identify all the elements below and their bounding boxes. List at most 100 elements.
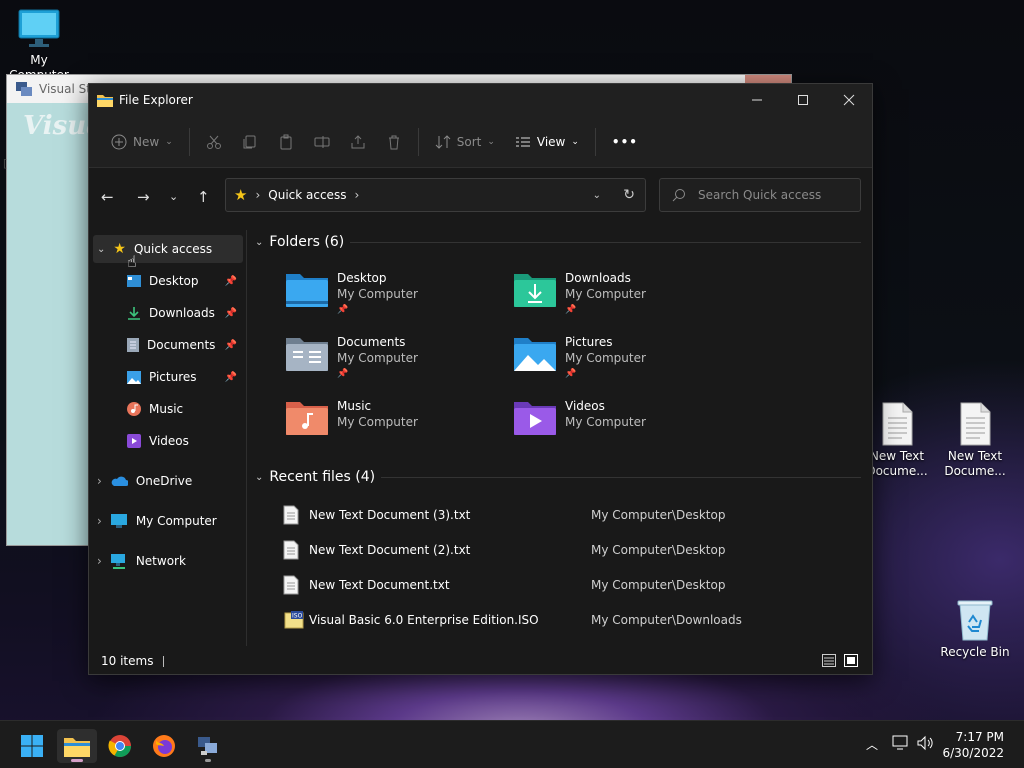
details-view-button[interactable] [822,654,836,670]
taskbar-chrome[interactable] [100,729,140,763]
content-pane: ⌄ Folders (6) Desktop My Computer 📌 Downlo… [249,230,872,646]
recent-file-row[interactable]: New Text Document (3).txt My Computer\De… [283,500,803,530]
navigation-pane: ⌄ ★ Quick access ☝ Desktop 📌 Downloads 📌… [89,230,247,646]
more-icon: ••• [611,134,638,149]
sidebar-item-my-computer[interactable]: › My Computer [97,507,243,535]
folder-tile-downloads[interactable]: Downloads My Computer 📌 [513,270,646,318]
recent-file-row[interactable]: New Text Document (2).txt My Computer\De… [283,535,803,565]
refresh-icon[interactable]: ↻ [623,187,635,203]
up-button[interactable]: ↑ [197,188,210,206]
sidebar-item-onedrive[interactable]: › OneDrive [97,467,243,495]
taskbar-file-explorer[interactable] [57,729,97,763]
address-dropdown-icon[interactable]: ⌄ [593,190,601,201]
folders-section-header[interactable]: ⌄ Folders (6) [255,234,861,250]
new-button[interactable]: New ⌄ [101,126,183,158]
folder-tile-documents[interactable]: Documents My Computer 📌 [285,334,418,382]
vb-app-icon [16,82,32,96]
view-button[interactable]: View ⌄ [505,126,589,158]
sidebar-item-videos[interactable]: Videos [127,427,243,455]
breadcrumb-quick-access[interactable]: Quick access [268,188,346,202]
explorer-titlebar[interactable]: File Explorer [89,84,872,116]
sidebar-item-desktop[interactable]: Desktop 📌 [127,267,243,295]
cut-button[interactable] [196,126,232,158]
paste-button[interactable] [268,126,304,158]
sidebar-item-pictures[interactable]: Pictures 📌 [127,363,243,391]
forward-button[interactable]: → [137,188,150,206]
folder-tile-pictures[interactable]: Pictures My Computer 📌 [513,334,646,382]
chrome-icon [108,735,131,757]
close-button[interactable] [826,84,872,116]
text-file-icon [283,505,299,525]
sidebar-item-quick-access[interactable]: ⌄ ★ Quick access [93,235,243,263]
recent-file-row[interactable]: ISO Visual Basic 6.0 Enterprise Edition.… [283,605,803,635]
sidebar-item-music[interactable]: Music [127,395,243,423]
pictures-icon [127,370,141,384]
section-title: Folders (6) [269,234,345,250]
volume-button[interactable] [917,735,935,754]
search-box[interactable]: Search Quick access [659,178,861,212]
start-button[interactable] [12,729,52,763]
chevron-right-icon: › [97,514,102,528]
folder-tile-desktop[interactable]: Desktop My Computer 📌 [285,270,418,318]
rename-button[interactable] [304,126,340,158]
recent-locations-button[interactable]: ⌄ [169,190,178,203]
sidebar-item-downloads[interactable]: Downloads 📌 [127,299,243,327]
visual-studio-edge-text: [ [3,157,8,170]
close-icon [843,94,855,106]
divider [381,476,861,478]
rename-icon [314,135,330,148]
taskbar-firefox[interactable] [144,729,184,763]
text-file-icon [882,402,913,446]
large-icons-view-button[interactable] [844,654,858,670]
desktop-icon-text-doc-2[interactable]: New Text Docume... [938,402,1012,479]
recent-file-row[interactable]: New Text Document.txt My Computer\Deskto… [283,570,803,600]
recent-files-section-header[interactable]: ⌄ Recent files (4) [255,469,861,485]
see-more-button[interactable]: ••• [602,126,648,158]
minimize-button[interactable] [734,84,780,116]
folder-location: My Computer [337,415,418,429]
recent-file-name: Visual Basic 6.0 Enterprise Edition.ISO [309,613,539,627]
folder-location: My Computer [565,351,646,365]
recent-file-location: My Computer\Desktop [591,578,726,592]
desktop-icon-recycle-bin[interactable]: Recycle Bin [938,598,1012,660]
paste-icon [280,134,292,149]
view-list-icon [515,137,530,146]
sort-button[interactable]: Sort ⌄ [425,126,505,158]
delete-button[interactable] [376,126,412,158]
folder-location: My Computer [565,415,646,429]
desktop-folder-icon [286,274,328,307]
chevron-up-icon[interactable]: ︿ [866,736,878,753]
desktop-icon-my-computer[interactable]: My Computer [2,8,76,83]
explorer-title: File Explorer [119,93,193,107]
maximize-button[interactable] [780,84,826,116]
share-button[interactable] [340,126,376,158]
recent-file-location: My Computer\Desktop [591,543,726,557]
videos-folder-icon [514,402,556,435]
address-bar[interactable]: ★ › Quick access › ⌄ ↻ [225,178,646,212]
file-explorer-window[interactable]: File Explorer New ⌄ Sort ⌄ View ⌄ ••• ← … [88,83,873,675]
status-bar: 10 items [89,648,872,674]
desktop-icon-label: Recycle Bin [940,645,1010,659]
taskbar-visual-basic[interactable] [188,729,228,763]
onedrive-icon [111,476,128,486]
sidebar-item-documents[interactable]: Documents 📌 [127,331,243,359]
download-icon [128,307,140,320]
copy-button[interactable] [232,126,268,158]
chevron-down-icon: ⌄ [571,136,579,147]
pin-icon: 📌 [565,305,577,315]
sidebar-item-label: Documents [147,338,216,352]
chevron-down-icon: ⌄ [97,243,106,255]
pin-icon: 📌 [224,339,237,351]
back-button[interactable]: ← [101,188,114,206]
recent-file-name: New Text Document.txt [309,578,450,592]
divider [188,127,190,156]
folder-tile-music[interactable]: Music My Computer [285,398,418,436]
clock-time: 7:17 PM [955,730,1004,744]
folder-tile-videos[interactable]: Videos My Computer [513,398,646,436]
clock[interactable]: 7:17 PM 6/30/2022 [942,729,1004,761]
sidebar-item-label: Desktop [149,274,199,288]
sidebar-item-network[interactable]: › Network [97,547,243,575]
network-status-icon[interactable] [892,735,910,754]
running-indicator [205,759,211,762]
chevron-down-icon: ⌄ [255,236,264,248]
